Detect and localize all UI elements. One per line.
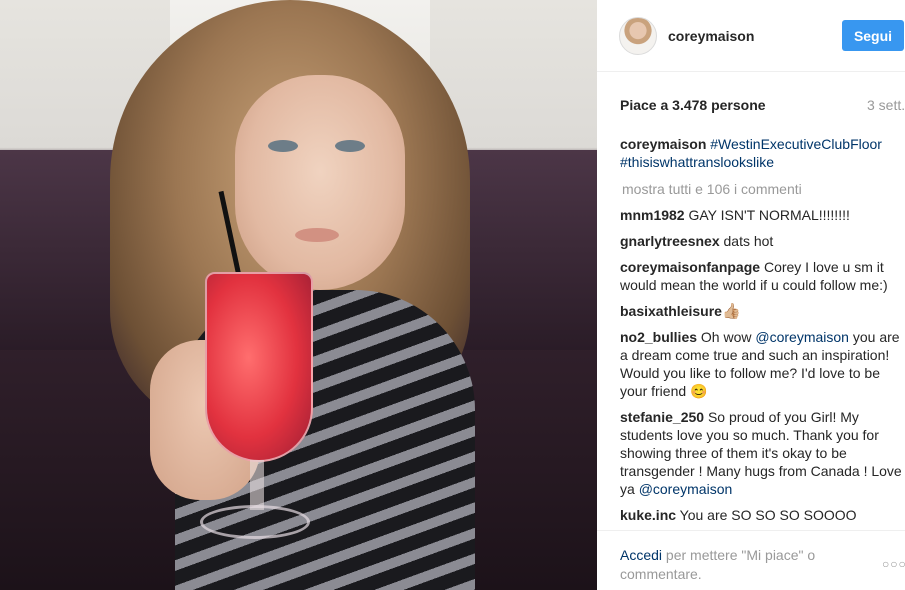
comment-username[interactable]: coreymaisonfanpage bbox=[620, 259, 760, 275]
comment-item: stefanie_250 So proud of you Girl! My st… bbox=[620, 408, 905, 498]
photo-glass bbox=[205, 272, 313, 462]
photo-glass-base bbox=[200, 505, 310, 539]
comments-list: coreymaison #WestinExecutiveClubFloor #t… bbox=[620, 135, 905, 531]
comment-username[interactable]: mnm1982 bbox=[620, 207, 685, 223]
likes-count[interactable]: Piace a 3.478 persone bbox=[620, 97, 766, 113]
comment-item: no2_bullies Oh wow @coreymaison you are … bbox=[620, 328, 905, 400]
comment-text: dats hot bbox=[719, 233, 774, 249]
post-date[interactable]: 3 sett. bbox=[867, 97, 905, 113]
mention-link[interactable]: @coreymaison bbox=[639, 481, 733, 497]
comment-username[interactable]: kuke.inc bbox=[620, 507, 676, 523]
comment-text: Oh wow bbox=[697, 329, 756, 345]
login-prompt: Accedi per mettere "Mi piace" o commenta… bbox=[620, 546, 860, 584]
mention-link[interactable]: @coreymaison bbox=[755, 329, 849, 345]
post-caption: coreymaison #WestinExecutiveClubFloor #t… bbox=[620, 135, 905, 171]
avatar[interactable] bbox=[619, 17, 657, 55]
comment-username[interactable]: no2_bullies bbox=[620, 329, 697, 345]
comment-text: GAY ISN'T NORMAL!!!!!!!! bbox=[684, 207, 850, 223]
hashtag-link[interactable]: #thisiswhattranslookslike bbox=[620, 154, 774, 170]
comment-username[interactable]: stefanie_250 bbox=[620, 409, 704, 425]
follow-button[interactable]: Segui bbox=[842, 20, 904, 51]
comment-username[interactable]: gnarlytreesnex bbox=[620, 233, 720, 249]
ellipsis-icon[interactable]: ○○○ bbox=[882, 557, 905, 571]
comment-item: kuke.inc You are SO SO SO SOOOO bbox=[620, 506, 905, 524]
post-side-panel: coreymaison Segui Piace a 3.478 persone … bbox=[597, 0, 905, 590]
comment-item: basixathleisure 👍🏼 bbox=[620, 302, 905, 320]
comment-item: mnm1982 GAY ISN'T NORMAL!!!!!!!! bbox=[620, 206, 905, 224]
photo-face bbox=[235, 75, 405, 290]
login-link[interactable]: Accedi bbox=[620, 547, 662, 563]
hashtag-link[interactable]: #WestinExecutiveClubFloor bbox=[710, 136, 882, 152]
caption-username[interactable]: coreymaison bbox=[620, 136, 706, 152]
load-more-comments[interactable]: mostra tutti e 106 i commenti bbox=[622, 180, 905, 198]
post-header: coreymaison Segui bbox=[597, 0, 905, 72]
comment-username[interactable]: basixathleisure bbox=[620, 303, 722, 319]
post-footer: Accedi per mettere "Mi piace" o commenta… bbox=[597, 530, 905, 590]
thumbs-up-icon: 👍🏼 bbox=[721, 303, 741, 320]
header-username[interactable]: coreymaison bbox=[668, 28, 754, 44]
comment-text: You are SO SO SO SOOOO bbox=[676, 507, 857, 523]
photo-glass-stem bbox=[250, 460, 264, 510]
photo-eye-left bbox=[268, 140, 298, 152]
post-photo bbox=[0, 0, 597, 590]
comment-item: gnarlytreesnex dats hot bbox=[620, 232, 905, 250]
photo-eye-right bbox=[335, 140, 365, 152]
photo-lips bbox=[295, 228, 339, 242]
comment-item: coreymaisonfanpage Corey I love u sm it … bbox=[620, 258, 905, 294]
